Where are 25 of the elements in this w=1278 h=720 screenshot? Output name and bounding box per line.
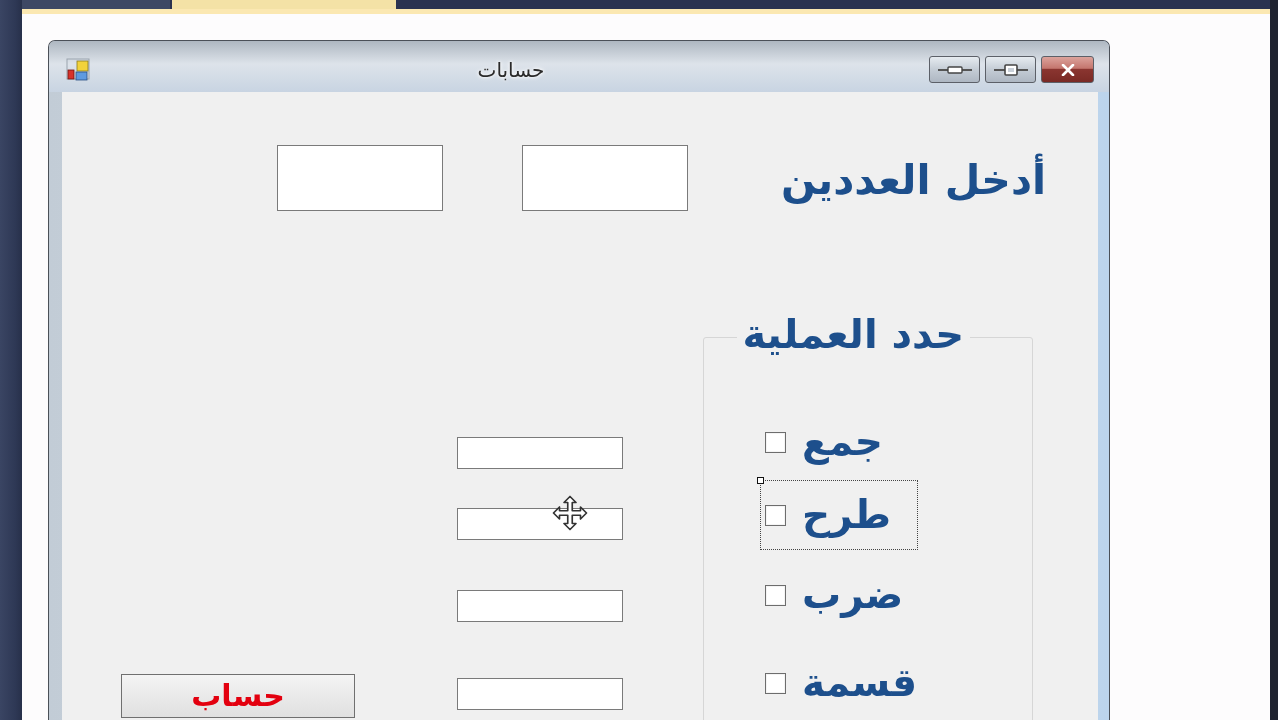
- close-icon: [1060, 63, 1075, 76]
- input-field[interactable]: [457, 678, 623, 710]
- resize-handle-icon[interactable]: [757, 477, 764, 484]
- input-field[interactable]: [457, 508, 623, 540]
- option-label: ضرب: [802, 571, 904, 619]
- input-field[interactable]: [457, 590, 623, 622]
- move-cursor-icon: [552, 495, 588, 531]
- option-label: قسمة: [802, 659, 918, 707]
- calculate-button[interactable]: حساب: [121, 674, 355, 718]
- input-field[interactable]: [457, 437, 623, 469]
- checkbox[interactable]: [765, 504, 786, 526]
- input-field[interactable]: [277, 145, 443, 211]
- window-title: حسابات: [476, 57, 546, 82]
- maximize-button[interactable]: [985, 56, 1036, 83]
- close-button[interactable]: [1041, 56, 1094, 83]
- maximize-icon: [993, 63, 1028, 76]
- minimize-button[interactable]: [929, 56, 980, 83]
- minimize-icon: [937, 63, 972, 76]
- option-label: طرح: [802, 491, 892, 539]
- checkbox[interactable]: [765, 672, 786, 694]
- checkbox[interactable]: [765, 584, 786, 606]
- input-field[interactable]: [522, 145, 688, 211]
- blocks-icon: [65, 56, 93, 83]
- checkbox[interactable]: [765, 431, 786, 453]
- option-label: جمع: [802, 418, 883, 466]
